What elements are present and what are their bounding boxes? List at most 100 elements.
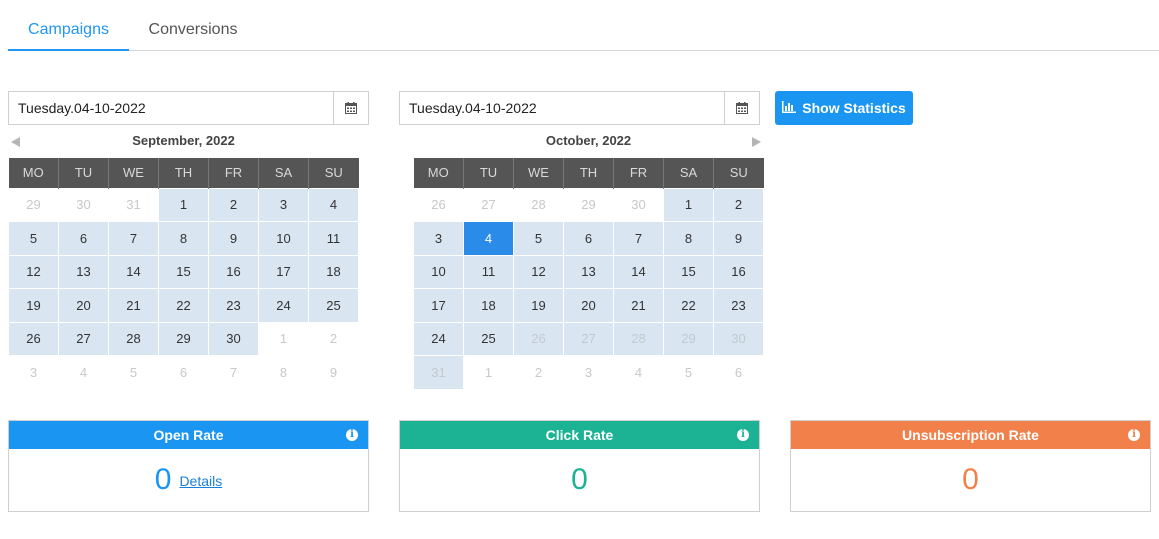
show-statistics-button[interactable]: Show Statistics bbox=[775, 91, 913, 125]
calendar-day[interactable]: 15 bbox=[158, 254, 209, 289]
calendar-day[interactable]: 30 bbox=[208, 321, 259, 356]
calendar-day[interactable]: 28 bbox=[108, 321, 159, 356]
weekday-header: MO bbox=[413, 158, 464, 188]
calendar-day: 8 bbox=[258, 355, 309, 390]
calendar-day[interactable]: 19 bbox=[8, 288, 59, 323]
calendar-day[interactable]: 11 bbox=[463, 254, 514, 289]
calendar-day[interactable]: 1 bbox=[158, 187, 209, 222]
calendar-day[interactable]: 12 bbox=[513, 254, 564, 289]
calendar-day[interactable]: 23 bbox=[208, 288, 259, 323]
tab-campaigns[interactable]: Campaigns bbox=[8, 0, 129, 51]
unsubscription-rate-title: Unsubscription Rate bbox=[902, 427, 1039, 443]
calendar-icon[interactable] bbox=[724, 92, 759, 124]
info-icon[interactable]: i bbox=[737, 429, 749, 441]
calendar-day[interactable]: 29 bbox=[158, 321, 209, 356]
calendar-day[interactable]: 4 bbox=[308, 187, 359, 222]
calendar-day[interactable]: 19 bbox=[513, 288, 564, 323]
calendar-day: 29 bbox=[563, 187, 614, 222]
calendar-day[interactable]: 8 bbox=[158, 221, 209, 256]
calendar-day[interactable]: 2 bbox=[713, 187, 764, 222]
open-rate-body: 0 Details bbox=[9, 449, 368, 511]
calendar-day[interactable]: 9 bbox=[713, 221, 764, 256]
calendar-day[interactable]: 6 bbox=[58, 221, 109, 256]
next-month-arrow[interactable] bbox=[752, 137, 761, 147]
calendar-day[interactable]: 31 bbox=[413, 355, 464, 390]
open-rate-header: Open Rate i bbox=[9, 421, 368, 449]
calendar-day[interactable]: 10 bbox=[413, 254, 464, 289]
calendar-day[interactable]: 23 bbox=[713, 288, 764, 323]
calendar-day[interactable]: 26 bbox=[513, 321, 564, 356]
calendar-day: 31 bbox=[108, 187, 159, 222]
calendar-day[interactable]: 10 bbox=[258, 221, 309, 256]
calendar-day[interactable]: 11 bbox=[308, 221, 359, 256]
calendar-day[interactable]: 30 bbox=[713, 321, 764, 356]
calendar-day: 5 bbox=[663, 355, 714, 390]
calendar-day[interactable]: 28 bbox=[613, 321, 664, 356]
calendar-day-selected[interactable]: 4 bbox=[463, 221, 514, 256]
open-rate-card: Open Rate i 0 Details bbox=[8, 420, 369, 512]
calendar-day[interactable]: 12 bbox=[8, 254, 59, 289]
calendar-week: 3456789 bbox=[8, 355, 359, 390]
calendar-week: 10 11 12 13 14 15 16 bbox=[413, 254, 764, 289]
calendar-day[interactable]: 6 bbox=[563, 221, 614, 256]
calendar-day[interactable]: 20 bbox=[58, 288, 109, 323]
calendar-day: 26 bbox=[413, 187, 464, 222]
calendar-day[interactable]: 20 bbox=[563, 288, 614, 323]
calendar-day[interactable]: 27 bbox=[563, 321, 614, 356]
calendar-day[interactable]: 29 bbox=[663, 321, 714, 356]
calendar-day[interactable]: 22 bbox=[158, 288, 209, 323]
calendar-day[interactable]: 13 bbox=[563, 254, 614, 289]
info-icon[interactable]: i bbox=[346, 429, 358, 441]
calendar-day[interactable]: 16 bbox=[713, 254, 764, 289]
calendar-day: 30 bbox=[58, 187, 109, 222]
calendar-day[interactable]: 18 bbox=[308, 254, 359, 289]
calendar-day[interactable]: 2 bbox=[208, 187, 259, 222]
calendar-day[interactable]: 15 bbox=[663, 254, 714, 289]
click-rate-value: 0 bbox=[571, 463, 588, 496]
date-from-input[interactable]: Tuesday.04-10-2022 bbox=[8, 91, 369, 125]
calendar-day[interactable]: 24 bbox=[258, 288, 309, 323]
unsubscription-rate-header: Unsubscription Rate i bbox=[791, 421, 1150, 449]
info-icon[interactable]: i bbox=[1128, 429, 1140, 441]
calendar-day[interactable]: 25 bbox=[463, 321, 514, 356]
tab-bar: Campaigns Conversions bbox=[8, 0, 1159, 51]
calendar-day[interactable]: 5 bbox=[8, 221, 59, 256]
calendar-day[interactable]: 14 bbox=[108, 254, 159, 289]
calendar-day: 2 bbox=[513, 355, 564, 390]
calendar-week: 26 27 28 29 30 1 2 bbox=[413, 187, 764, 222]
calendar-day[interactable]: 22 bbox=[663, 288, 714, 323]
calendar-day[interactable]: 5 bbox=[513, 221, 564, 256]
calendar-day[interactable]: 7 bbox=[108, 221, 159, 256]
calendar-day[interactable]: 26 bbox=[8, 321, 59, 356]
calendar-icon[interactable] bbox=[333, 92, 368, 124]
calendar-day[interactable]: 18 bbox=[463, 288, 514, 323]
calendar-day[interactable]: 14 bbox=[613, 254, 664, 289]
calendar-day[interactable]: 17 bbox=[413, 288, 464, 323]
calendar-day[interactable]: 9 bbox=[208, 221, 259, 256]
calendar-week: 17 18 19 20 21 22 23 bbox=[413, 288, 764, 323]
calendar-day: 3 bbox=[563, 355, 614, 390]
calendar-week: 24 25 26 27 28 29 30 bbox=[413, 321, 764, 356]
calendar-day[interactable]: 21 bbox=[108, 288, 159, 323]
calendar-week: 26 27 28 29 30 1 2 bbox=[8, 321, 359, 356]
calendar-day[interactable]: 21 bbox=[613, 288, 664, 323]
calendar-day[interactable]: 13 bbox=[58, 254, 109, 289]
calendar-day[interactable]: 1 bbox=[663, 187, 714, 222]
calendar-day[interactable]: 8 bbox=[663, 221, 714, 256]
details-link[interactable]: Details bbox=[179, 473, 222, 489]
calendar-day[interactable]: 17 bbox=[258, 254, 309, 289]
date-to-input[interactable]: Tuesday.04-10-2022 bbox=[399, 91, 760, 125]
calendar-day[interactable]: 25 bbox=[308, 288, 359, 323]
calendar-day: 3 bbox=[8, 355, 59, 390]
calendar-day[interactable]: 3 bbox=[258, 187, 309, 222]
month-title-september: September, 2022 bbox=[132, 133, 235, 148]
calendar-day[interactable]: 24 bbox=[413, 321, 464, 356]
tab-conversions[interactable]: Conversions bbox=[137, 0, 249, 51]
calendar-day: 1 bbox=[463, 355, 514, 390]
calendar-day: 4 bbox=[58, 355, 109, 390]
calendar-day[interactable]: 7 bbox=[613, 221, 664, 256]
calendar-day[interactable]: 3 bbox=[413, 221, 464, 256]
calendar-day[interactable]: 16 bbox=[208, 254, 259, 289]
weekday-header: TU bbox=[58, 158, 109, 188]
calendar-day[interactable]: 27 bbox=[58, 321, 109, 356]
